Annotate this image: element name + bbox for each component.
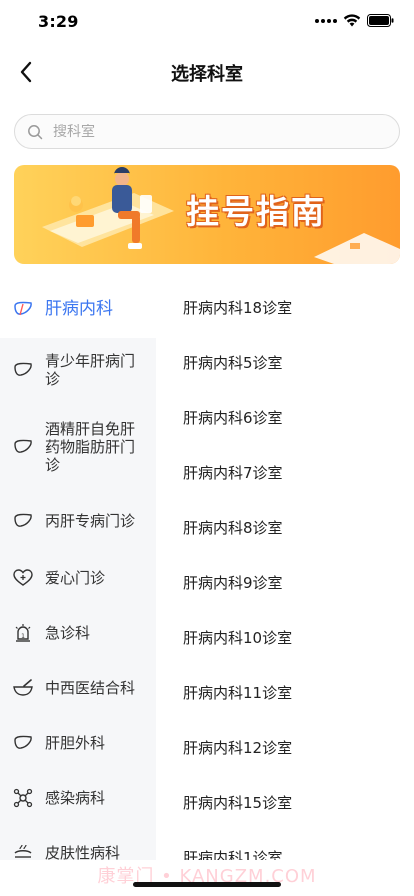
list-item[interactable]: 肝病内科5诊室	[156, 335, 414, 390]
list-item[interactable]: 肝病内科8诊室	[156, 500, 414, 555]
status-bar: 3:29	[0, 0, 414, 44]
sidebar-item-label: 丙肝专病门诊	[45, 512, 136, 530]
sidebar-item-emergency[interactable]: 1 急诊科	[0, 605, 156, 660]
registration-guide-banner[interactable]: 挂号指南	[14, 165, 400, 264]
sidebar-item-hepatobiliary-surgery[interactable]: 肝胆外科	[0, 715, 156, 770]
status-icons	[315, 14, 394, 27]
search-icon	[28, 124, 43, 139]
liver-icon	[12, 298, 34, 320]
sidebar-item-label: 爱心门诊	[45, 568, 106, 587]
sidebar-item-label: 酒精肝自免肝药物脂肪肝门诊	[45, 420, 136, 474]
sidebar-item-label: 急诊科	[45, 623, 91, 642]
list-item[interactable]: 肝病内科12诊室	[156, 720, 414, 775]
sidebar-item-label: 青少年肝病门诊	[45, 352, 136, 388]
sidebar-item-love-clinic[interactable]: 爱心门诊	[0, 550, 156, 605]
signal-icon	[315, 18, 337, 23]
search-input[interactable]	[53, 123, 353, 140]
sidebar-item-label: 肝胆外科	[45, 733, 106, 752]
wifi-icon	[343, 14, 361, 27]
virus-icon	[12, 787, 34, 809]
list-item[interactable]: 肝病内科6诊室	[156, 390, 414, 445]
list-item[interactable]: 肝病内科9诊室	[156, 555, 414, 610]
sidebar-item-label: 皮肤性病科	[45, 843, 121, 861]
status-time: 3:29	[38, 12, 79, 31]
liver-icon	[12, 510, 34, 532]
liver-icon	[12, 732, 34, 754]
search-bar[interactable]	[14, 114, 400, 149]
sidebar-item-infectious-disease[interactable]: 感染病科	[0, 770, 156, 825]
list-item[interactable]: 肝病内科1诊室	[156, 830, 414, 860]
list-item[interactable]: 肝病内科11诊室	[156, 665, 414, 720]
sidebar-item-youth-liver[interactable]: 青少年肝病门诊	[0, 338, 156, 402]
liver-icon	[12, 436, 34, 458]
sidebar-item-hepatitis-c[interactable]: 丙肝专病门诊	[0, 492, 156, 550]
mortar-icon	[12, 677, 34, 699]
navigation-bar: 选择科室	[0, 44, 414, 100]
siren-icon: 1	[12, 622, 34, 644]
sidebar-item-integrated-medicine[interactable]: 中西医结合科	[0, 660, 156, 715]
sidebar-item-hepatology[interactable]: 肝病内科	[0, 280, 156, 338]
banner-title: 挂号指南	[186, 192, 326, 231]
sidebar-item-label: 肝病内科	[45, 299, 113, 319]
department-sidebar: 肝病内科 青少年肝病门诊 酒精肝自免肝药物脂肪肝门诊 丙肝专病门诊 爱心门诊 1…	[0, 280, 156, 860]
clinic-room-list: 肝病内科18诊室 肝病内科5诊室 肝病内科6诊室 肝病内科7诊室 肝病内科8诊室…	[156, 280, 414, 860]
list-item[interactable]: 肝病内科15诊室	[156, 775, 414, 830]
liver-icon	[12, 359, 34, 381]
home-indicator	[133, 882, 281, 887]
heart-icon	[12, 567, 34, 589]
list-item[interactable]: 肝病内科7诊室	[156, 445, 414, 500]
skin-icon	[12, 842, 34, 861]
sidebar-item-alcohol-liver[interactable]: 酒精肝自免肝药物脂肪肝门诊	[0, 402, 156, 492]
battery-icon	[367, 14, 394, 27]
sidebar-item-label: 感染病科	[45, 788, 106, 807]
list-item[interactable]: 肝病内科18诊室	[156, 280, 414, 335]
sidebar-item-dermatology[interactable]: 皮肤性病科	[0, 825, 156, 860]
page-title: 选择科室	[171, 64, 243, 85]
svg-text:1: 1	[21, 633, 25, 640]
list-item[interactable]: 肝病内科10诊室	[156, 610, 414, 665]
sidebar-item-label: 中西医结合科	[45, 678, 136, 697]
